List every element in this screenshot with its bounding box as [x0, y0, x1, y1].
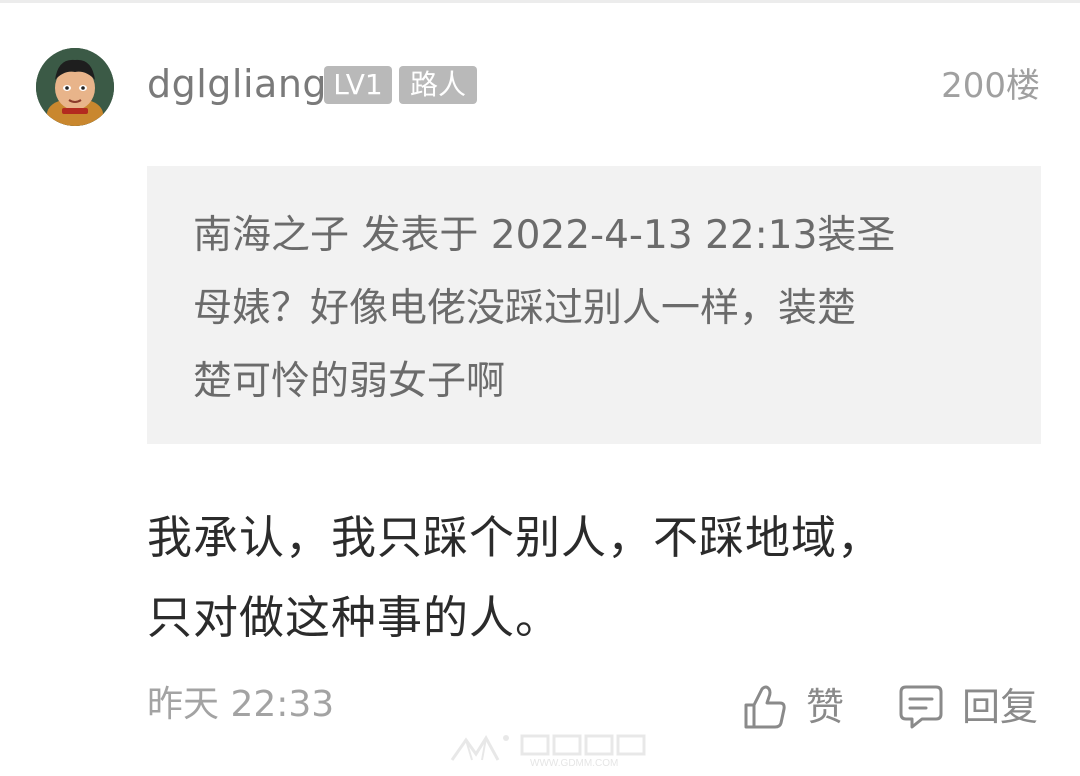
reply-button[interactable]: 回复	[898, 680, 1038, 734]
cartoon-character-avatar-icon	[36, 48, 114, 126]
watermark-url: WWW.GDMM.COM	[530, 758, 619, 769]
floor-number: 200楼	[941, 66, 1040, 106]
like-label: 赞	[806, 685, 845, 729]
reply-content: 我承认，我只踩个别人，不踩地域， 只对做这种事的人。	[147, 498, 1041, 658]
thumbs-up-icon	[744, 685, 786, 729]
post-time: 昨天 22:33	[147, 684, 335, 725]
reply-label: 回复	[962, 685, 1039, 729]
reply-line: 我承认，我只踩个别人，不踩地域，	[147, 511, 884, 564]
role-badge: 路人	[399, 66, 477, 104]
site-watermark: WWW.GDMM.COM	[446, 730, 646, 774]
top-divider	[0, 0, 1080, 3]
quote-line: 南海之子 发表于 2022-4-13 22:13装圣	[193, 213, 896, 258]
watermark-logo-icon	[450, 735, 509, 761]
quoted-post[interactable]: 南海之子 发表于 2022-4-13 22:13装圣 母婊？好像电佬没踩过别人一…	[147, 166, 1041, 444]
comment-post: dglgliang LV1 路人 200楼 南海之子 发表于 2022-4-13…	[0, 0, 1080, 776]
reply-line: 只对做这种事的人。	[147, 591, 562, 644]
watermark-lettering	[520, 734, 646, 756]
quote-line: 母婊？好像电佬没踩过别人一样，装楚	[193, 286, 857, 331]
comment-bubble-icon	[899, 685, 943, 729]
level-badge: LV1	[324, 66, 392, 104]
username[interactable]: dglgliang	[147, 58, 327, 110]
like-button[interactable]: 赞	[742, 680, 844, 734]
quote-line: 楚可怜的弱女子啊	[193, 359, 506, 404]
avatar[interactable]	[36, 48, 114, 126]
